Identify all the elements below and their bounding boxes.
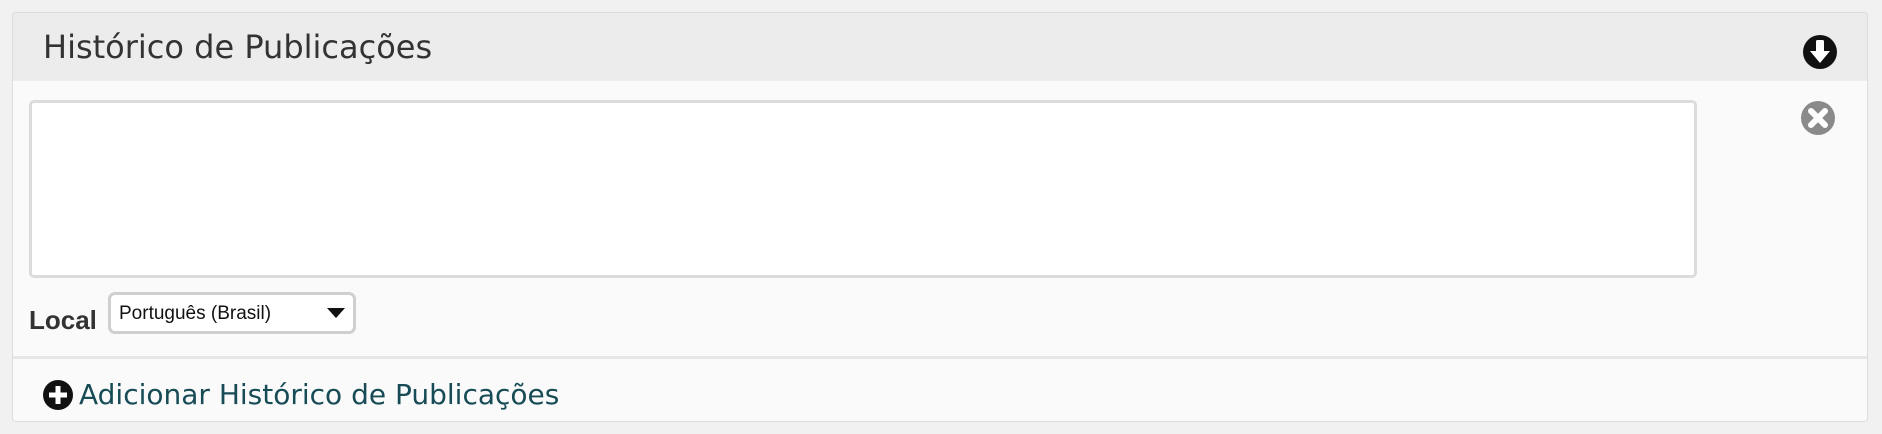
add-publication-history-button[interactable]: Adicionar Histórico de Publicações (41, 377, 559, 413)
arrow-down-circle-icon[interactable] (1801, 33, 1839, 71)
locale-label: Local (29, 305, 97, 335)
publication-history-panel: Histórico de Publicações Local Português… (12, 12, 1868, 422)
add-publication-history-label: Adicionar Histórico de Publicações (79, 378, 560, 411)
panel-footer: Adicionar Histórico de Publicações (13, 359, 1867, 421)
publication-history-textarea[interactable] (29, 100, 1697, 278)
plus-circle-icon (43, 380, 73, 410)
chevron-down-icon (327, 308, 345, 318)
panel-header: Histórico de Publicações (13, 13, 1867, 81)
panel-title: Histórico de Publicações (43, 28, 433, 66)
locale-select-value: Português (Brasil) (119, 303, 272, 324)
locale-select[interactable]: Português (Brasil) (108, 292, 356, 334)
close-circle-icon[interactable] (1799, 99, 1837, 137)
